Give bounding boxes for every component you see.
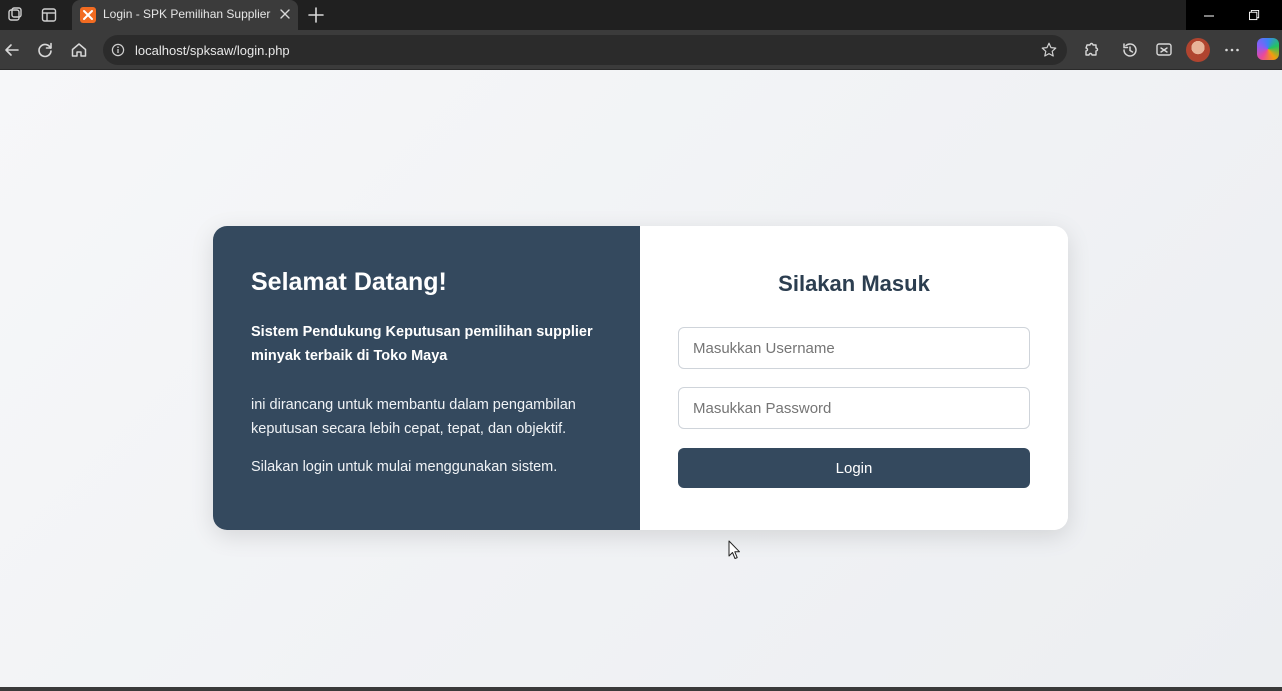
refresh-icon[interactable] — [35, 40, 55, 60]
password-input[interactable] — [678, 387, 1030, 429]
welcome-title: Selamat Datang! — [251, 268, 447, 296]
xampp-favicon-icon — [80, 7, 96, 23]
system-description: ini dirancang untuk membantu dalam penga… — [251, 397, 576, 437]
window-bottom-border — [0, 687, 1282, 691]
tab-title: Login - SPK Pemilihan Supplier — [103, 7, 271, 21]
profile-avatar[interactable] — [1186, 38, 1210, 62]
back-arrow-icon[interactable] — [2, 40, 22, 60]
home-icon[interactable] — [69, 40, 89, 60]
browser-toolbar: localhost/spksaw/login.php — [0, 30, 1282, 70]
restore-window-icon[interactable] — [1232, 0, 1282, 30]
minimize-window-icon[interactable] — [1186, 0, 1232, 30]
favorite-star-icon[interactable] — [1040, 41, 1058, 59]
site-info-icon[interactable] — [111, 43, 125, 57]
window-minimize-edge — [1168, 0, 1198, 30]
login-card: Selamat Datang! Sistem Pendukung Keputus… — [213, 226, 1068, 530]
login-button[interactable]: Login — [678, 448, 1030, 488]
workspaces-icon[interactable] — [6, 6, 24, 24]
address-bar[interactable]: localhost/spksaw/login.php — [103, 35, 1067, 65]
username-input[interactable] — [678, 327, 1030, 369]
url-text[interactable]: localhost/spksaw/login.php — [135, 43, 290, 58]
mouse-pointer-icon — [728, 540, 742, 560]
new-tab-plus-icon[interactable] — [306, 5, 326, 25]
screenshot-capture-icon[interactable] — [1154, 40, 1174, 60]
history-icon[interactable] — [1120, 40, 1140, 60]
login-title: Silakan Masuk — [778, 271, 930, 296]
login-instruction: Silakan login untuk mulai menggunakan si… — [251, 459, 558, 475]
tab-close-icon[interactable] — [278, 7, 292, 21]
active-tab[interactable]: Login - SPK Pemilihan Supplier — [72, 0, 298, 30]
welcome-panel: Selamat Datang! Sistem Pendukung Keputus… — [213, 226, 640, 530]
more-options-icon[interactable] — [1222, 40, 1242, 60]
extensions-puzzle-icon[interactable] — [1081, 40, 1101, 60]
login-form-panel: Silakan Masuk Login — [640, 226, 1068, 530]
page-viewport: Selamat Datang! Sistem Pendukung Keputus… — [0, 70, 1282, 687]
browser-title-bar: Login - SPK Pemilihan Supplier — [0, 0, 1282, 30]
system-subtitle: Sistem Pendukung Keputusan pemilihan sup… — [251, 324, 593, 364]
tab-actions-icon[interactable] — [40, 6, 58, 24]
copilot-icon[interactable] — [1257, 38, 1279, 60]
